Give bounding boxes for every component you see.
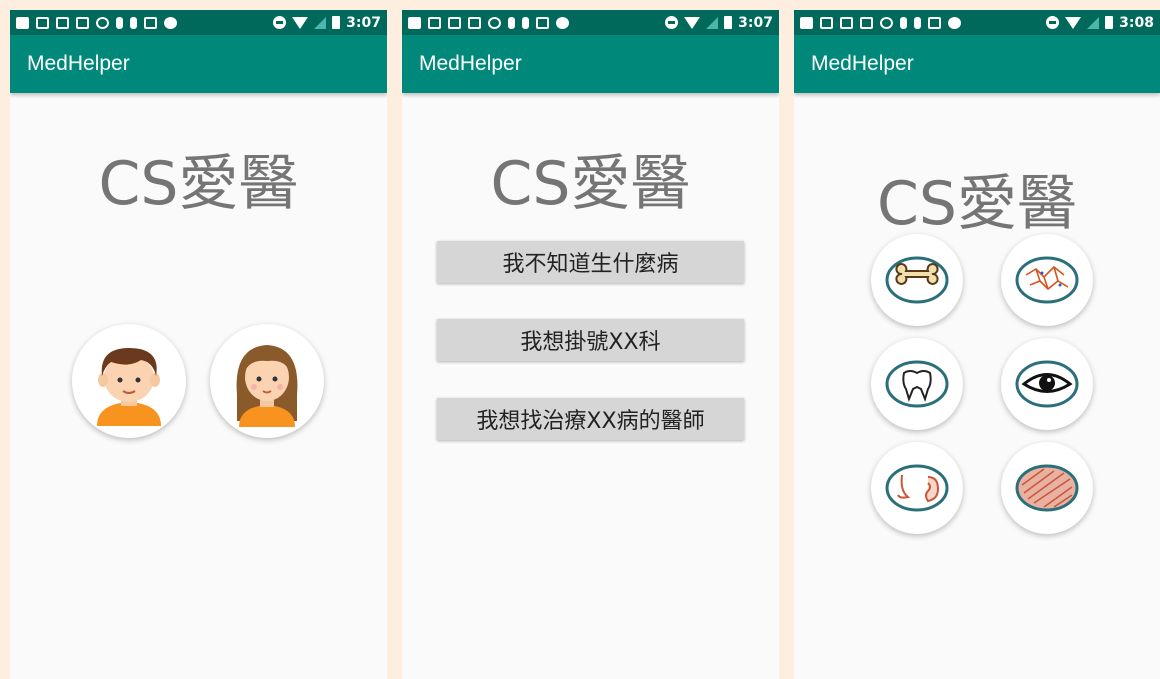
shield-icon: [488, 16, 501, 29]
unknown-illness-button[interactable]: 我不知道生什麼病: [437, 241, 744, 283]
male-avatar-button[interactable]: [72, 324, 186, 438]
app-bar-title: MedHelper: [811, 52, 914, 75]
keyhole-icon: [522, 16, 529, 29]
image-icon: [428, 16, 441, 29]
ear-nose-icon: [885, 464, 949, 512]
wifi-icon: [292, 16, 309, 29]
wifi-icon: [1065, 16, 1082, 29]
settings-icon: [468, 16, 481, 29]
app-bar: MedHelper: [402, 35, 779, 93]
shield-icon: [96, 16, 109, 29]
phone-screen-body-parts: 3:08 MedHelper CS愛醫: [794, 10, 1160, 679]
keyhole-icon: [914, 16, 921, 29]
bone-button[interactable]: [871, 234, 963, 326]
bone-icon: [885, 256, 949, 304]
do-not-disturb-icon: [1046, 16, 1060, 29]
image-icon: [36, 16, 49, 29]
keyhole-icon: [508, 16, 515, 29]
status-time: 3:07: [738, 14, 773, 31]
message-icon: [408, 16, 421, 29]
image-icon: [820, 16, 833, 29]
download-icon: [56, 16, 69, 29]
battery-icon: [1105, 16, 1114, 29]
android-icon: [164, 16, 177, 29]
notification-icons: [16, 16, 177, 29]
blood-icon: [1015, 464, 1079, 512]
keyhole-icon: [116, 16, 123, 29]
tooth-button[interactable]: [871, 338, 963, 430]
do-not-disturb-icon: [273, 16, 287, 29]
keyhole-icon: [900, 16, 907, 29]
settings-icon: [76, 16, 89, 29]
logo-title: CS愛醫: [98, 149, 299, 219]
girl-icon: [236, 345, 298, 427]
ear-nose-button[interactable]: [871, 442, 963, 534]
app-bar-title: MedHelper: [419, 52, 522, 75]
settings-icon: [860, 16, 873, 29]
eye-button[interactable]: [1001, 338, 1093, 430]
wifi-icon: [684, 16, 701, 29]
download-icon: [840, 16, 853, 29]
logo-title: CS愛醫: [490, 149, 691, 219]
female-avatar-button[interactable]: [210, 324, 324, 438]
blood-button[interactable]: [1001, 442, 1093, 534]
status-time: 3:08: [1119, 14, 1154, 31]
notification-icons: [408, 16, 569, 29]
mail-icon: [928, 16, 941, 29]
app-bar: MedHelper: [10, 35, 387, 93]
message-icon: [800, 16, 813, 29]
keyhole-icon: [130, 16, 137, 29]
signal-icon: [706, 16, 719, 29]
mail-icon: [144, 16, 157, 29]
battery-icon: [332, 16, 341, 29]
android-icon: [948, 16, 961, 29]
do-not-disturb-icon: [665, 16, 679, 29]
phone-screen-menu: 3:07 MedHelper CS愛醫 我不知道生什麼病 我想掛號XX科 我想找…: [402, 10, 779, 679]
logo-title: CS愛醫: [877, 169, 1077, 239]
status-time: 3:07: [346, 14, 381, 31]
status-bar: 3:07: [10, 10, 387, 35]
tooth-icon: [885, 360, 949, 408]
register-department-button[interactable]: 我想掛號XX科: [437, 319, 744, 361]
android-icon: [556, 16, 569, 29]
status-bar: 3:07: [402, 10, 779, 35]
app-bar-title: MedHelper: [27, 52, 130, 75]
skin-button[interactable]: [1001, 234, 1093, 326]
shield-icon: [880, 16, 893, 29]
battery-icon: [724, 16, 733, 29]
eye-icon: [1015, 360, 1079, 408]
download-icon: [448, 16, 461, 29]
boy-icon: [97, 348, 161, 426]
signal-icon: [314, 16, 327, 29]
mail-icon: [536, 16, 549, 29]
phone-screen-gender-select: 3:07 MedHelper CS愛醫: [10, 10, 387, 679]
find-doctor-button[interactable]: 我想找治療XX病的醫師: [437, 398, 744, 440]
skin-icon: [1015, 256, 1079, 304]
notification-icons: [800, 16, 961, 29]
app-bar: MedHelper: [794, 35, 1160, 93]
message-icon: [16, 16, 29, 29]
status-bar: 3:08: [794, 10, 1160, 35]
signal-icon: [1087, 16, 1100, 29]
